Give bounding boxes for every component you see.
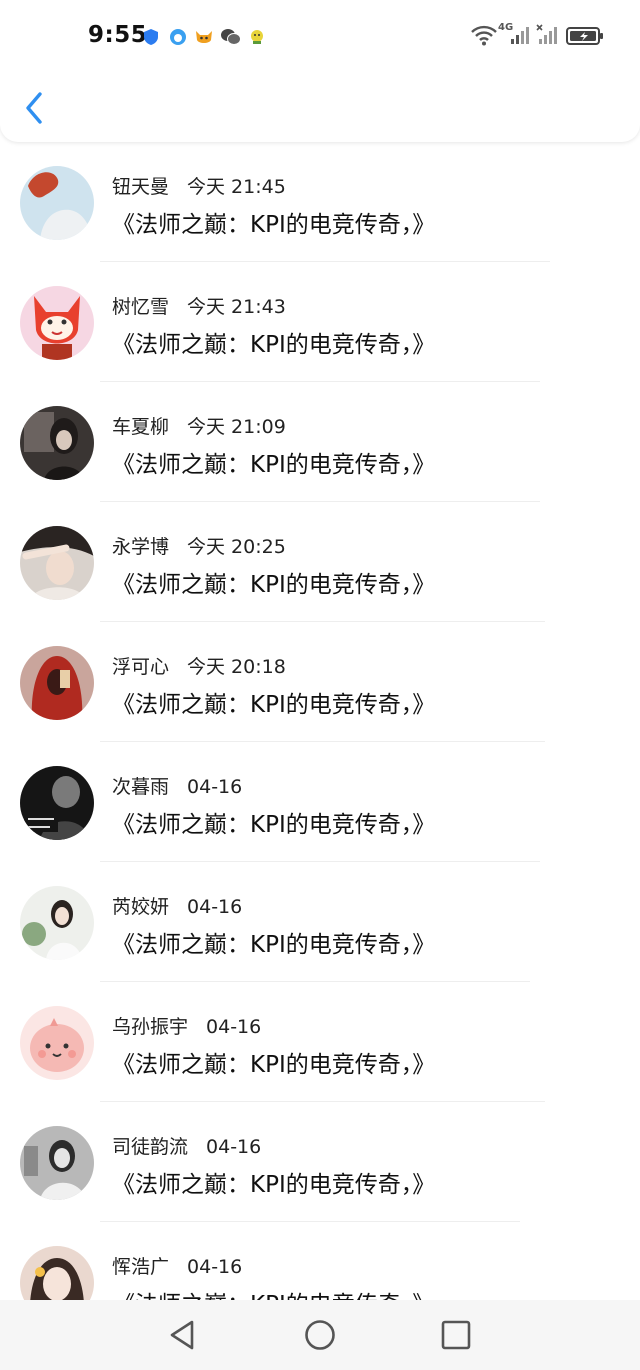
comment-time: 今天 21:09 — [187, 416, 286, 438]
comment-meta: 恽浩广 04-16 — [112, 1252, 242, 1279]
user-name[interactable]: 树忆雪 — [112, 296, 169, 318]
comment-time: 04-16 — [206, 1136, 262, 1158]
user-name[interactable]: 车夏柳 — [112, 416, 169, 438]
user-name[interactable]: 司徒韵流 — [112, 1136, 188, 1158]
user-name[interactable]: 浮可心 — [112, 656, 169, 678]
comment-text: 《法师之巅：KPI的电竞传奇，》 — [112, 1172, 436, 1198]
comment-time: 04-16 — [187, 896, 243, 918]
user-name[interactable]: 钮天曼 — [112, 176, 169, 198]
nav-recents-button[interactable] — [439, 1318, 473, 1352]
user-name[interactable]: 永学博 — [112, 536, 169, 558]
comment-text: 《法师之巅：KPI的电竞传奇，》 — [112, 1285, 435, 1300]
list-item[interactable]: 永学博 今天 20:25 《法师之巅：KPI的电竞传奇，》 — [0, 502, 640, 622]
list-item[interactable]: 乌孙振宇 04-16 《法师之巅：KPI的电竞传奇，》 — [0, 982, 640, 1102]
comment-meta: 钮天曼 今天 21:45 — [112, 172, 286, 199]
home-circle-icon — [305, 1320, 335, 1350]
user-name[interactable]: 芮姣妍 — [112, 896, 169, 918]
comment-meta: 树忆雪 今天 21:43 — [112, 292, 286, 319]
avatar[interactable] — [20, 166, 94, 240]
comment-text: 《法师之巅：KPI的电竞传奇，》 — [112, 932, 436, 958]
recents-square-icon — [441, 1320, 471, 1350]
comment-meta: 司徒韵流 04-16 — [112, 1132, 261, 1159]
comment-meta: 车夏柳 今天 21:09 — [112, 412, 286, 439]
avatar[interactable] — [20, 766, 94, 840]
navigation-bar — [0, 1300, 640, 1370]
list-item[interactable]: 车夏柳 今天 21:09 《法师之巅：KPI的电竞传奇，》 — [0, 382, 640, 502]
comment-time: 04-16 — [187, 776, 243, 798]
list-item[interactable]: 钮天曼 今天 21:45 《法师之巅：KPI的电竞传奇，》 — [0, 142, 640, 262]
cloud-app-icon — [168, 28, 186, 46]
list-item[interactable]: 司徒韵流 04-16 《法师之巅：KPI的电竞传奇，》 — [0, 1102, 640, 1222]
comment-text: 《法师之巅：KPI的电竞传奇，》 — [112, 332, 436, 358]
user-name[interactable]: 次暮雨 — [112, 776, 169, 798]
back-triangle-icon — [170, 1320, 194, 1350]
comment-text: 《法师之巅：KPI的电竞传奇，》 — [112, 812, 436, 838]
comment-text: 《法师之巅：KPI的电竞传奇，》 — [112, 212, 436, 238]
comment-meta: 乌孙振宇 04-16 — [112, 1012, 261, 1039]
comment-meta: 永学博 今天 20:25 — [112, 532, 286, 559]
fox-app-icon — [194, 28, 212, 46]
avatar[interactable] — [20, 286, 94, 360]
comment-meta: 浮可心 今天 20:18 — [112, 652, 286, 679]
comment-list[interactable]: 钮天曼 今天 21:45 《法师之巅：KPI的电竞传奇，》 树忆雪 今天 21:43… — [0, 142, 640, 1300]
user-name[interactable]: 乌孙振宇 — [112, 1016, 188, 1038]
wifi-icon — [470, 24, 498, 50]
avatar[interactable] — [20, 526, 94, 600]
avatar[interactable] — [20, 646, 94, 720]
comment-text: 《法师之巅：KPI的电竞传奇，》 — [112, 572, 436, 598]
avatar[interactable] — [20, 1006, 94, 1080]
comment-text: 《法师之巅：KPI的电竞传奇，》 — [112, 452, 436, 478]
nav-back-button[interactable] — [166, 1318, 200, 1352]
list-item[interactable]: 浮可心 今天 20:18 《法师之巅：KPI的电竞传奇，》 — [0, 622, 640, 742]
comment-time: 今天 20:18 — [187, 656, 286, 678]
signal-x-icon — [536, 24, 560, 50]
comment-time: 04-16 — [206, 1016, 262, 1038]
list-item[interactable]: 恽浩广 04-16 《法师之巅：KPI的电竞传奇，》 — [0, 1222, 640, 1300]
status-time: 9:55 — [88, 22, 148, 48]
comment-text: 《法师之巅：KPI的电竞传奇，》 — [112, 692, 436, 718]
wechat-icon — [220, 28, 241, 46]
comment-meta: 次暮雨 04-16 — [112, 772, 242, 799]
comment-time: 今天 21:43 — [187, 296, 286, 318]
signal-icon — [510, 24, 532, 50]
shield-icon — [142, 28, 160, 46]
comment-time: 今天 20:25 — [187, 536, 286, 558]
avatar[interactable] — [20, 406, 94, 480]
chevron-left-icon — [26, 92, 42, 124]
back-button[interactable] — [18, 86, 52, 130]
battery-charging-icon — [566, 26, 606, 50]
avatar[interactable] — [20, 1246, 94, 1300]
top-bar: 9:55 4G — [0, 0, 640, 142]
avatar[interactable] — [20, 1126, 94, 1200]
comment-time: 04-16 — [187, 1256, 243, 1278]
avatar[interactable] — [20, 886, 94, 960]
list-item[interactable]: 芮姣妍 04-16 《法师之巅：KPI的电竞传奇，》 — [0, 862, 640, 982]
comment-time: 今天 21:45 — [187, 176, 286, 198]
list-item[interactable]: 次暮雨 04-16 《法师之巅：KPI的电竞传奇，》 — [0, 742, 640, 862]
nav-home-button[interactable] — [303, 1318, 337, 1352]
status-bar: 9:55 4G — [0, 0, 640, 76]
user-name[interactable]: 恽浩广 — [112, 1256, 169, 1278]
bird-app-icon — [248, 28, 266, 46]
list-item[interactable]: 树忆雪 今天 21:43 《法师之巅：KPI的电竞传奇，》 — [0, 262, 640, 382]
comment-meta: 芮姣妍 04-16 — [112, 892, 242, 919]
comment-text: 《法师之巅：KPI的电竞传奇，》 — [112, 1052, 436, 1078]
